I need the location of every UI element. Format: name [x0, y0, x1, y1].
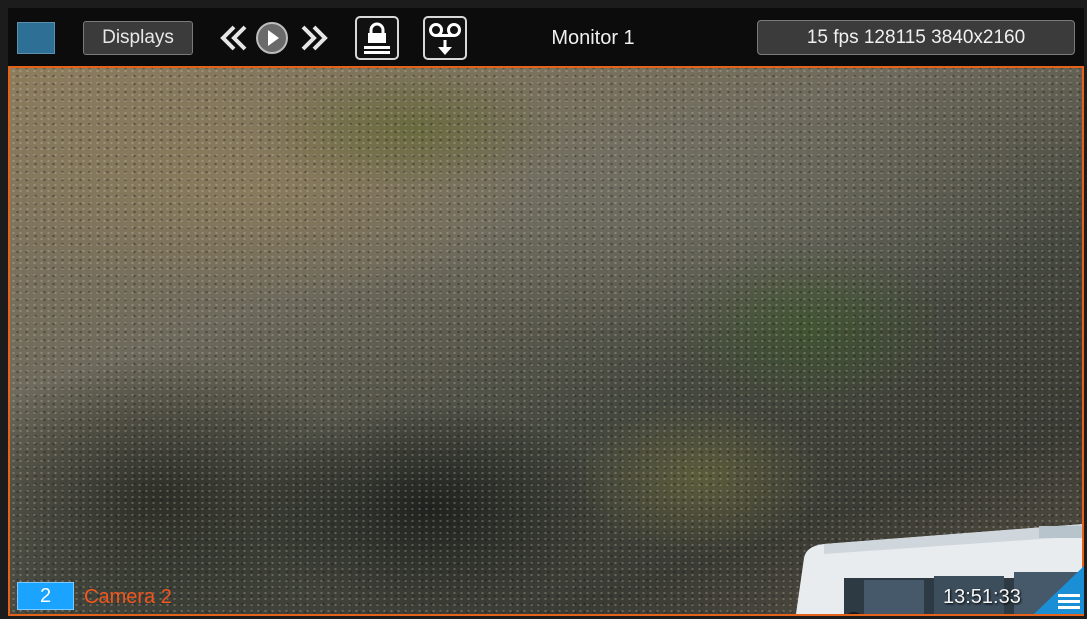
stream-status: 15 fps 128115 3840x2160 [757, 20, 1075, 55]
camera-number-badge[interactable]: 2 [17, 582, 74, 610]
toolbar: Displays Monitor 1 15 fps 128115 3840x21… [8, 8, 1084, 66]
camera-name-label: Camera 2 [84, 586, 172, 608]
displays-label: Displays [102, 27, 174, 48]
voicemail-download-icon[interactable] [422, 15, 468, 61]
camera-video-feed[interactable] [8, 66, 1084, 616]
rewind-icon[interactable] [214, 23, 254, 53]
timestamp: 13:51:33 [943, 586, 1021, 608]
displays-button[interactable]: Displays [83, 21, 193, 55]
monitor-title: Monitor 1 [551, 27, 635, 49]
menu-corner-icon[interactable] [1034, 566, 1084, 614]
play-icon[interactable] [252, 20, 292, 56]
stream-status-text: 15 fps 128115 3840x2160 [806, 26, 1026, 48]
fast-forward-icon[interactable] [294, 23, 334, 53]
layout-square-icon[interactable] [17, 22, 55, 54]
lock-icon[interactable] [354, 15, 400, 61]
camera-number: 2 [39, 584, 52, 607]
